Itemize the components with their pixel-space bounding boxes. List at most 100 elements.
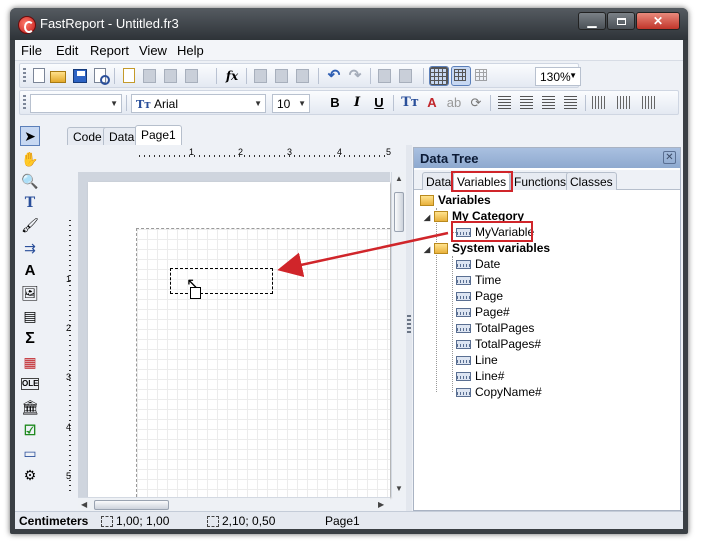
scroll-thumb[interactable] xyxy=(94,500,169,510)
cut-button[interactable] xyxy=(252,67,270,85)
align-middle-button[interactable] xyxy=(617,96,632,109)
minimize-button[interactable]: ▁ xyxy=(578,12,606,30)
toolbar-separator xyxy=(318,68,319,84)
tree-node-copyname[interactable]: CopyName# xyxy=(456,384,542,400)
tab-page1[interactable]: Page1 xyxy=(135,125,182,145)
paste-button[interactable] xyxy=(294,67,312,85)
tree-node-page[interactable]: Page xyxy=(456,288,503,304)
maximize-button[interactable] xyxy=(607,12,635,30)
hand-tool[interactable]: ✋ xyxy=(21,150,39,168)
tree-node-line-number[interactable]: Line# xyxy=(456,368,504,384)
barcode-tool[interactable]: 🏛 xyxy=(21,398,39,416)
font-color-button[interactable]: A xyxy=(422,94,442,112)
tree-node-label: Line xyxy=(475,353,498,367)
system-text-tool[interactable]: Σ xyxy=(21,330,39,348)
tree-node-page-number[interactable]: Page# xyxy=(456,304,510,320)
report-page[interactable] xyxy=(88,182,390,497)
toolbar-grip[interactable] xyxy=(23,68,26,84)
style-combo[interactable]: ▼ xyxy=(30,94,122,113)
toolbar-grip[interactable] xyxy=(23,95,26,111)
preview-button[interactable] xyxy=(91,67,110,85)
title-bar[interactable]: FastReport - Untitled.fr3 ▁ ✕ xyxy=(10,8,688,40)
tree-node-totalpages-number[interactable]: TotalPages# xyxy=(456,336,541,352)
text-object-icon: A xyxy=(24,262,36,279)
font-settings-button[interactable]: Tт xyxy=(400,94,420,112)
tree-node-label: System variables xyxy=(452,241,551,255)
format-painter-tool[interactable]: 🖌 xyxy=(21,216,39,234)
font-name-combo[interactable]: Tт Arial ▼ xyxy=(131,94,266,113)
text-object-tool[interactable]: A xyxy=(21,262,39,280)
menu-file[interactable]: File xyxy=(21,43,42,58)
close-button[interactable]: ✕ xyxy=(636,12,680,30)
panel-splitter[interactable] xyxy=(406,145,412,511)
group-button[interactable] xyxy=(376,67,394,85)
close-icon[interactable]: ✕ xyxy=(663,151,676,164)
align-bottom-button[interactable] xyxy=(642,96,657,109)
expand-triangle-icon[interactable]: ◢ xyxy=(424,242,434,258)
ungroup-button[interactable] xyxy=(397,67,415,85)
tree-node-totalpages[interactable]: TotalPages xyxy=(456,320,534,336)
menu-report[interactable]: Report xyxy=(90,43,129,58)
checkbox-tool[interactable]: ☑ xyxy=(21,421,39,439)
page-settings-button[interactable] xyxy=(183,67,201,85)
rotation-button[interactable]: ⟳ xyxy=(466,94,486,112)
tree-node-system-variables[interactable]: ◢ System variables xyxy=(424,240,550,256)
align-center-button[interactable] xyxy=(520,96,533,109)
status-units[interactable]: Centimeters xyxy=(19,514,88,528)
menu-view[interactable]: View xyxy=(139,43,167,58)
menu-edit[interactable]: Edit xyxy=(56,43,78,58)
fit-to-grid-button[interactable] xyxy=(473,67,491,85)
more-objects-tool[interactable]: ⚙ xyxy=(21,466,39,484)
italic-button[interactable]: I xyxy=(347,94,367,112)
select-tool[interactable]: ➤ xyxy=(20,126,40,146)
picture-tool[interactable]: 🖼 xyxy=(21,284,39,302)
shape-tool[interactable]: ▭ xyxy=(21,444,39,462)
tab-code[interactable]: Code xyxy=(67,127,108,145)
show-grid-button[interactable] xyxy=(429,66,449,86)
new-page-button[interactable] xyxy=(120,67,138,85)
tab-data-tree-classes[interactable]: Classes xyxy=(566,172,617,190)
ole-tool[interactable]: OLE xyxy=(21,378,39,390)
expand-triangle-icon[interactable]: ◢ xyxy=(424,210,434,226)
delete-page-button[interactable] xyxy=(162,67,180,85)
underline-button[interactable]: U xyxy=(369,94,389,112)
tree-node-variables[interactable]: Variables xyxy=(420,192,491,208)
scroll-thumb[interactable] xyxy=(394,192,404,232)
highlight-button[interactable]: ab xyxy=(444,94,464,112)
open-button[interactable] xyxy=(50,67,68,85)
align-justify-button[interactable] xyxy=(564,96,577,109)
tree-node-line[interactable]: Line xyxy=(456,352,498,368)
bold-button[interactable]: B xyxy=(325,94,345,112)
tab-data-tree-functions[interactable]: Functions xyxy=(510,172,571,190)
rotate-icon: ⟳ xyxy=(470,95,482,110)
fastreport-logo-icon[interactable] xyxy=(18,16,36,34)
rich-text-tool[interactable]: ▦ xyxy=(21,353,39,371)
align-right-button[interactable] xyxy=(542,96,555,109)
tree-node-time[interactable]: Time xyxy=(456,272,501,288)
scroll-right-icon[interactable]: ▶ xyxy=(378,500,384,509)
horizontal-scrollbar[interactable]: ◀ ▶ xyxy=(78,497,390,511)
data-tree-header[interactable]: Data Tree ✕ xyxy=(414,148,680,168)
zoom-tool[interactable]: 🔍 xyxy=(21,172,39,190)
tree-node-date[interactable]: Date xyxy=(456,256,500,272)
vertical-scrollbar[interactable]: ▲ ▼ xyxy=(391,172,405,497)
align-top-button[interactable] xyxy=(592,96,607,109)
save-button[interactable] xyxy=(71,67,89,85)
menu-help[interactable]: Help xyxy=(177,43,204,58)
align-left-button[interactable] xyxy=(498,96,511,109)
undo-button[interactable]: ↶ xyxy=(325,67,343,85)
scroll-up-icon[interactable]: ▲ xyxy=(395,174,403,183)
new-dialog-button[interactable] xyxy=(141,67,159,85)
band-tool[interactable]: ⇉ xyxy=(21,239,39,257)
scroll-down-icon[interactable]: ▼ xyxy=(395,484,403,493)
copy-button[interactable] xyxy=(273,67,291,85)
function-button[interactable]: fx xyxy=(223,67,241,85)
font-size-combo[interactable]: 10 ▼ xyxy=(272,94,310,113)
scroll-left-icon[interactable]: ◀ xyxy=(81,500,87,509)
new-report-button[interactable] xyxy=(30,67,48,85)
redo-button[interactable]: ↷ xyxy=(346,67,364,85)
subreport-tool[interactable]: ▤ xyxy=(21,307,39,325)
text-edit-tool[interactable]: T xyxy=(21,194,39,212)
align-to-grid-button[interactable] xyxy=(451,66,471,86)
zoom-combo[interactable]: 130% ▼ xyxy=(535,67,581,86)
